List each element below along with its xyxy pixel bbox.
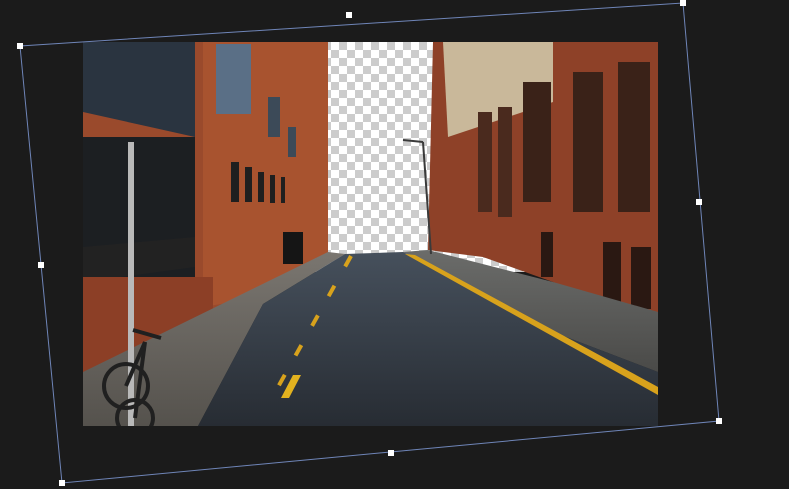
transform-handle-middle-left[interactable] (38, 262, 44, 268)
transform-handle-bottom-left[interactable] (59, 480, 65, 486)
transform-frame (19, 2, 720, 484)
transform-handle-top-left[interactable] (17, 43, 23, 49)
transform-handle-bottom-middle[interactable] (388, 450, 394, 456)
transform-handle-middle-right[interactable] (696, 199, 702, 205)
transform-handle-top-right[interactable] (680, 0, 686, 6)
transform-handle-bottom-right[interactable] (716, 418, 722, 424)
editor-canvas[interactable] (0, 0, 789, 489)
transform-handle-top-middle[interactable] (346, 12, 352, 18)
